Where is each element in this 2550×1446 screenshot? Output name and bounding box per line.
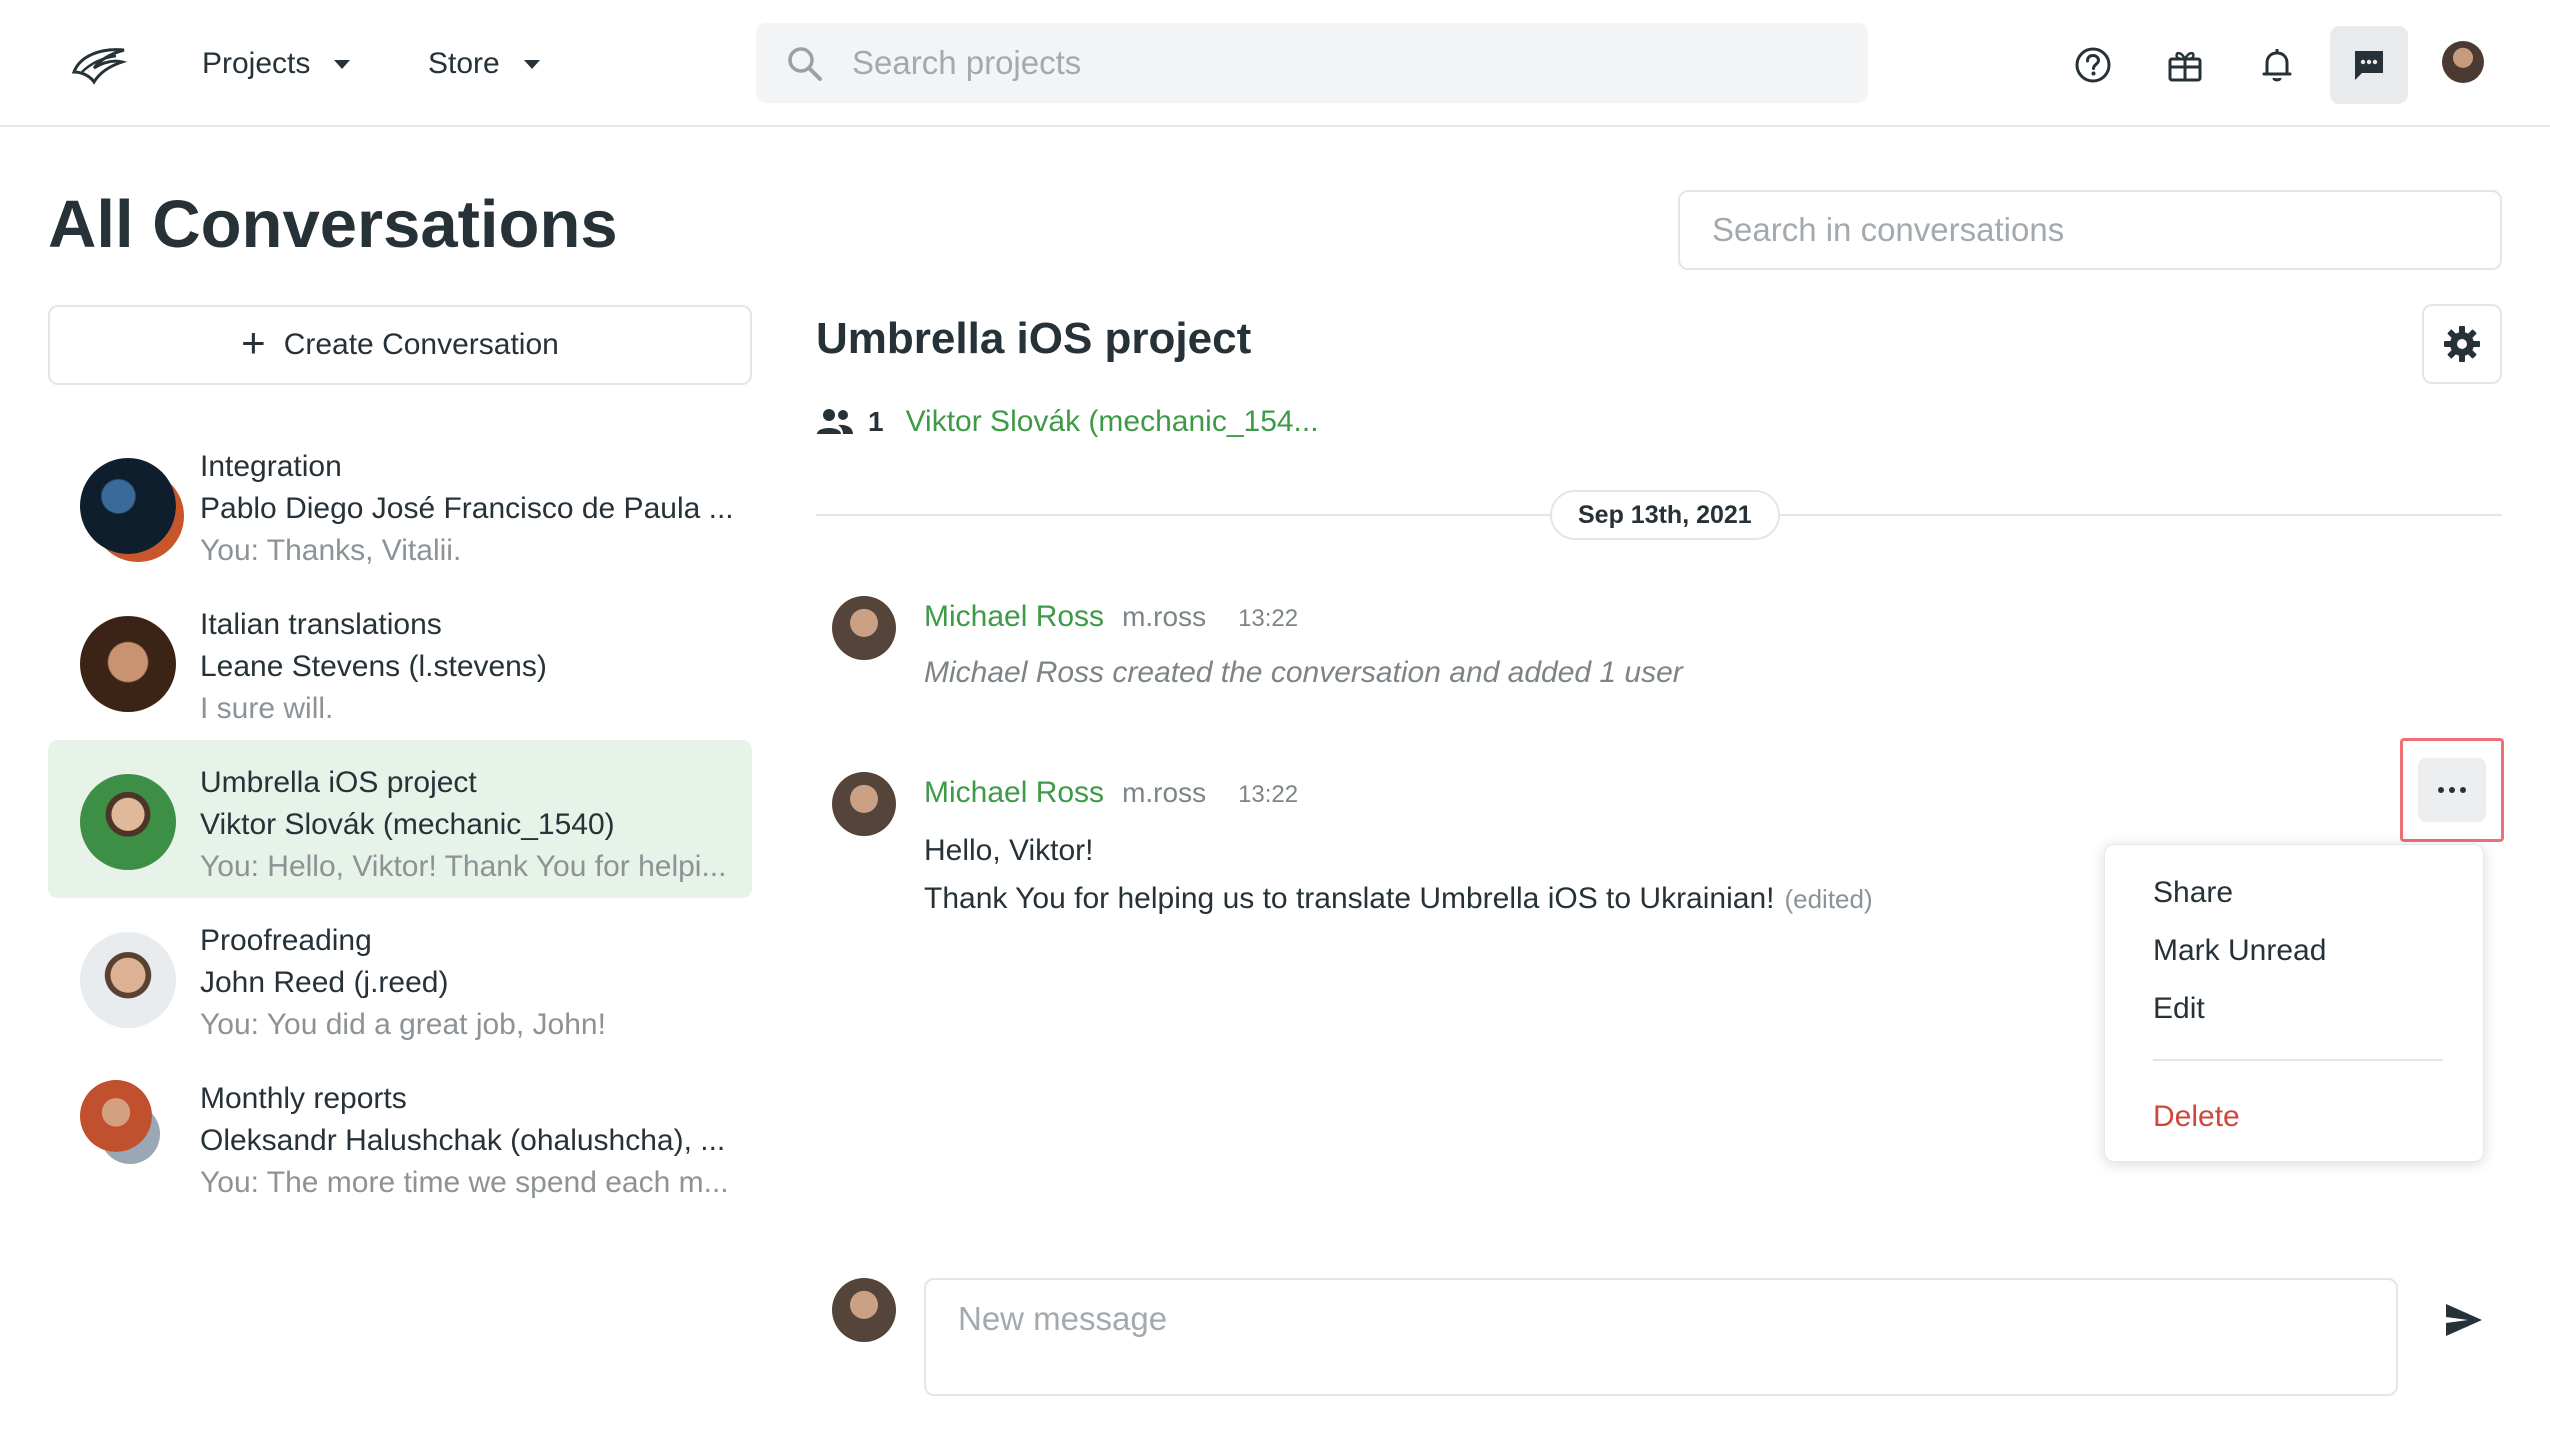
gift-icon [2168,51,2202,82]
conversation-last-message: I sure will. [200,692,334,725]
message-author[interactable]: Michael Ross [924,776,1104,810]
conversation-item-integration[interactable]: Integration Pablo Diego José Francisco d… [48,424,752,582]
people-icon [817,409,853,434]
page-title: All Conversations [48,187,618,262]
conversation-members: Pablo Diego José Francisco de Paula ... [200,492,734,525]
avatar[interactable] [832,772,896,836]
search-projects-box [756,23,1868,103]
conversation-last-message: You: The more time we spend each m... [200,1166,729,1199]
menu-item-delete[interactable]: Delete [2153,1095,2453,1139]
avatar [80,458,176,554]
message-composer [924,1278,2398,1396]
message-time: 13:22 [1238,605,1299,632]
more-horizontal-icon [2438,787,2466,793]
chevron-down-icon [334,59,351,69]
message-header: Michael Ross m.ross 13:22 [924,600,1298,634]
message-username: m.ross [1122,777,1207,808]
conversations-button[interactable] [2330,26,2408,104]
plus-icon: + [241,319,266,366]
help-icon [2075,47,2111,83]
send-icon [2446,1304,2482,1336]
create-conversation-button[interactable]: + Create Conversation [48,305,752,385]
top-bar: Projects Store [0,0,2550,127]
conversation-item-umbrella-ios[interactable]: Umbrella iOS project Viktor Slovák (mech… [48,740,752,898]
bell-icon [2262,49,2292,82]
avatar [80,1080,152,1152]
conversation-title: Umbrella iOS project [200,766,477,799]
message-time: 13:22 [1238,781,1299,808]
conversation-settings-button[interactable] [2422,304,2502,384]
conversation-title: Italian translations [200,608,442,641]
message-header: Michael Ross m.ross 13:22 [924,776,1298,810]
menu-divider [2153,1059,2443,1061]
projects-menu-label: Projects [202,47,311,80]
conversation-title: Integration [200,450,342,483]
search-conversations-input[interactable] [1680,192,2500,268]
message-author[interactable]: Michael Ross [924,600,1104,634]
conversation-title: Monthly reports [200,1082,407,1115]
menu-item-share[interactable]: Share [2153,871,2453,915]
avatar [80,616,176,712]
conversation-last-message: You: You did a great job, John! [200,1008,606,1041]
message-text-line: Hello, Viktor! [924,834,1094,867]
conversation-title: Proofreading [200,924,372,957]
search-icon [788,47,822,81]
conversation-members: Oleksandr Halushchak (ohalushcha), ... [200,1124,726,1157]
gift-button[interactable] [2146,26,2224,104]
notifications-button[interactable] [2238,26,2316,104]
send-button[interactable] [2438,1294,2490,1346]
conversation-last-message: You: Thanks, Vitalii. [200,534,462,567]
conversation-title-heading: Umbrella iOS project [816,314,1252,363]
conversation-item-italian-translations[interactable]: Italian translations Leane Stevens (l.st… [48,582,752,740]
store-menu[interactable]: Store [428,40,540,88]
projects-menu[interactable]: Projects [202,40,351,88]
chat-icon [2355,51,2383,80]
message-context-menu: Share Mark Unread Edit Delete [2104,844,2484,1162]
new-message-input[interactable] [926,1280,2396,1394]
message-text-line: Thank You for helping us to translate Um… [924,882,1873,916]
member-link[interactable]: Viktor Slovák (mechanic_154... [906,405,1319,439]
message-text: Thank You for helping us to translate Um… [924,882,1775,915]
avatar[interactable] [832,596,896,660]
conversation-item-monthly-reports[interactable]: Monthly reports Oleksandr Halushchak (oh… [48,1056,752,1214]
help-button[interactable] [2054,26,2132,104]
conversation-members: Leane Stevens (l.stevens) [200,650,547,683]
conversation-item-proofreading[interactable]: Proofreading John Reed (j.reed) You: You… [48,898,752,1056]
menu-item-edit[interactable]: Edit [2153,987,2453,1031]
conversation-members: 1 Viktor Slovák (mechanic_154... [816,398,1319,446]
member-count: 1 [868,406,884,437]
message-username: m.ross [1122,601,1207,632]
conversation-last-message: You: Hello, Viktor! Thank You for helpi.… [200,850,727,883]
menu-item-mark-unread[interactable]: Mark Unread [2153,929,2453,973]
chevron-down-icon [523,59,540,69]
conversation-members: Viktor Slovák (mechanic_1540) [200,808,615,841]
date-badge: Sep 13th, 2021 [1550,490,1780,540]
store-menu-label: Store [428,47,500,80]
avatar [80,774,176,870]
search-conversations-box [1678,190,2502,270]
avatar [80,932,176,1028]
search-projects-input[interactable] [852,23,1832,103]
app-logo-icon[interactable] [70,42,128,86]
gear-icon [2444,326,2480,362]
message-more-button[interactable] [2418,758,2486,822]
edited-label: (edited) [1784,884,1873,914]
conversation-members: John Reed (j.reed) [200,966,449,999]
avatar [832,1278,896,1342]
create-conversation-label: Create Conversation [283,328,559,361]
user-avatar[interactable] [2442,41,2484,83]
system-message: Michael Ross created the conversation an… [924,656,1683,689]
